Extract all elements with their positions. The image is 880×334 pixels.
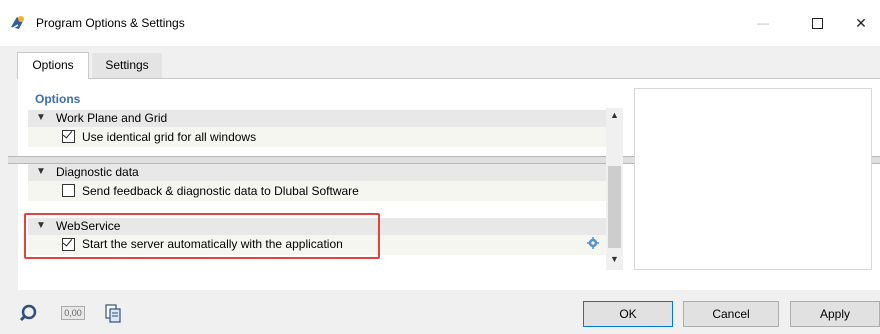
close-icon: ✕ (855, 14, 867, 31)
decimal-places-button[interactable]: 0,00 (61, 302, 85, 324)
minimize-icon: — (757, 16, 769, 30)
cancel-button[interactable]: Cancel (683, 301, 779, 327)
help-icon (19, 304, 37, 322)
close-button[interactable]: ✕ (838, 0, 880, 46)
description-panel (634, 88, 872, 270)
copy-settings-icon (105, 304, 121, 323)
gear-icon[interactable] (587, 237, 599, 249)
checkbox-send-feedback[interactable] (62, 184, 75, 197)
chevron-up-icon[interactable]: ▲ (606, 110, 623, 124)
highlight-box (24, 213, 380, 259)
option-label: Send feedback & diagnostic data to Dluba… (82, 184, 359, 198)
tab-options[interactable]: Options (17, 52, 89, 79)
copy-settings-button[interactable] (102, 302, 124, 324)
chevron-down-icon[interactable]: ▼ (606, 254, 623, 268)
apply-button[interactable]: Apply (790, 301, 880, 327)
checkbox-identical-grid[interactable] (62, 128, 75, 143)
checkmark-icon (62, 128, 73, 139)
chevron-down-icon[interactable]: ▼ (36, 112, 46, 123)
title-bar: Program Options & Settings — ✕ (0, 0, 880, 46)
option-label: Use identical grid for all windows (82, 130, 257, 144)
chevron-down-icon[interactable]: ▼ (36, 166, 46, 177)
window-title: Program Options & Settings (36, 16, 185, 30)
minimize-button[interactable]: — (740, 0, 786, 46)
help-button[interactable] (17, 302, 39, 324)
decimal-places-icon: 0,00 (61, 306, 85, 320)
group-title-work-plane: Work Plane and Grid (56, 111, 168, 125)
group-title-diagnostic: Diagnostic data (56, 165, 139, 179)
scroll-thumb[interactable] (608, 166, 621, 248)
maximize-icon (811, 17, 823, 29)
app-icon (11, 16, 24, 29)
ok-button[interactable]: OK (583, 301, 673, 327)
maximize-button[interactable] (794, 0, 840, 46)
tab-settings[interactable]: Settings (92, 53, 162, 78)
options-section-label: Options (35, 92, 81, 106)
